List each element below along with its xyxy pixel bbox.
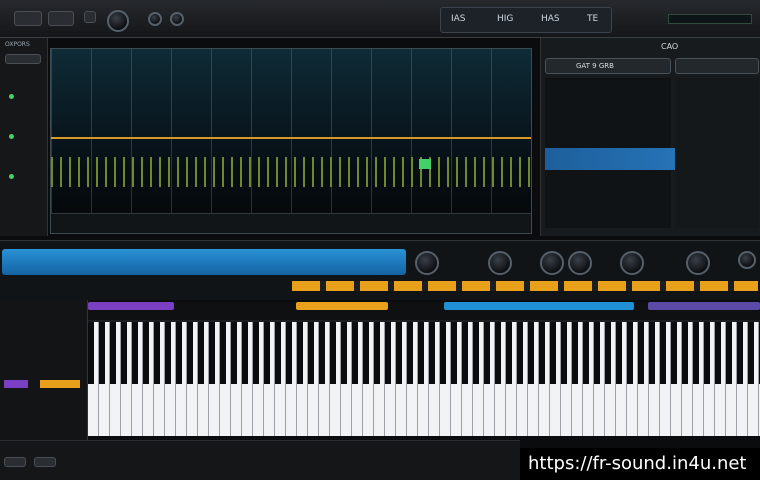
control-knob-1[interactable] <box>415 251 439 275</box>
track-list-right[interactable] <box>675 78 759 228</box>
right-panel-header: CAO <box>661 42 679 51</box>
right-panel: CAO GAT 9 GRB <box>540 38 760 236</box>
blue-control-strip[interactable] <box>2 249 406 275</box>
display-transport-bar <box>51 213 531 233</box>
toolbar-button-3[interactable] <box>84 11 96 23</box>
bottom-bar <box>0 440 520 480</box>
top-toolbar: IAS HIG HAS TE <box>0 0 760 38</box>
channel-strip-right[interactable] <box>675 58 759 74</box>
display-grid <box>51 49 531 233</box>
toolbar-knob[interactable] <box>107 10 129 32</box>
bottom-button-2[interactable] <box>34 457 56 467</box>
orange-preset-strip[interactable] <box>292 281 758 291</box>
key-zones <box>88 302 760 320</box>
top-right-badge-group: IAS HIG HAS TE <box>440 7 612 33</box>
left-panel-button[interactable] <box>5 54 41 64</box>
lane-dot-2[interactable] <box>9 134 14 139</box>
left-panel-header: OXPORS <box>5 41 30 48</box>
channel-strip[interactable]: GAT 9 GRB <box>545 58 671 74</box>
left-lower-purple-tag[interactable] <box>4 380 28 388</box>
lane-dot-1[interactable] <box>9 94 14 99</box>
waveform-region <box>51 157 531 187</box>
active-note-marker <box>419 159 431 169</box>
control-row <box>0 240 760 300</box>
top-right-meter <box>668 14 752 24</box>
toolbar-button-2[interactable] <box>48 11 74 26</box>
toolbar-knob-small-1[interactable] <box>148 12 162 26</box>
watermark-url: https://fr-sound.in4u.net <box>520 448 760 480</box>
playhead-line <box>51 137 531 139</box>
zone-orange[interactable] <box>296 302 388 310</box>
zone-blue[interactable] <box>444 302 634 310</box>
left-panel: OXPORS <box>0 38 48 236</box>
badge-3[interactable]: HAS <box>541 14 560 24</box>
badge-1[interactable]: IAS <box>451 14 466 24</box>
control-knob-7[interactable] <box>738 251 756 269</box>
piano-keyboard[interactable] <box>88 320 760 436</box>
control-knob-6[interactable] <box>686 251 710 275</box>
control-knob-2[interactable] <box>488 251 512 275</box>
control-knob-3[interactable] <box>540 251 564 275</box>
channel-title: GAT 9 GRB <box>576 62 614 70</box>
zone-purple[interactable] <box>88 302 174 310</box>
control-knob-5[interactable] <box>620 251 644 275</box>
bottom-button-1[interactable] <box>4 457 26 467</box>
badge-4[interactable]: TE <box>587 14 598 24</box>
main-display[interactable] <box>50 48 532 234</box>
left-lower-panel <box>0 300 88 456</box>
zone-purple-2[interactable] <box>648 302 760 310</box>
left-lower-orange-tag[interactable] <box>40 380 80 388</box>
badge-2[interactable]: HIG <box>497 14 513 24</box>
toolbar-button-1[interactable] <box>14 11 42 26</box>
toolbar-knob-small-2[interactable] <box>170 12 184 26</box>
black-keys <box>88 322 760 384</box>
lane-dot-3[interactable] <box>9 174 14 179</box>
control-knob-4[interactable] <box>568 251 592 275</box>
